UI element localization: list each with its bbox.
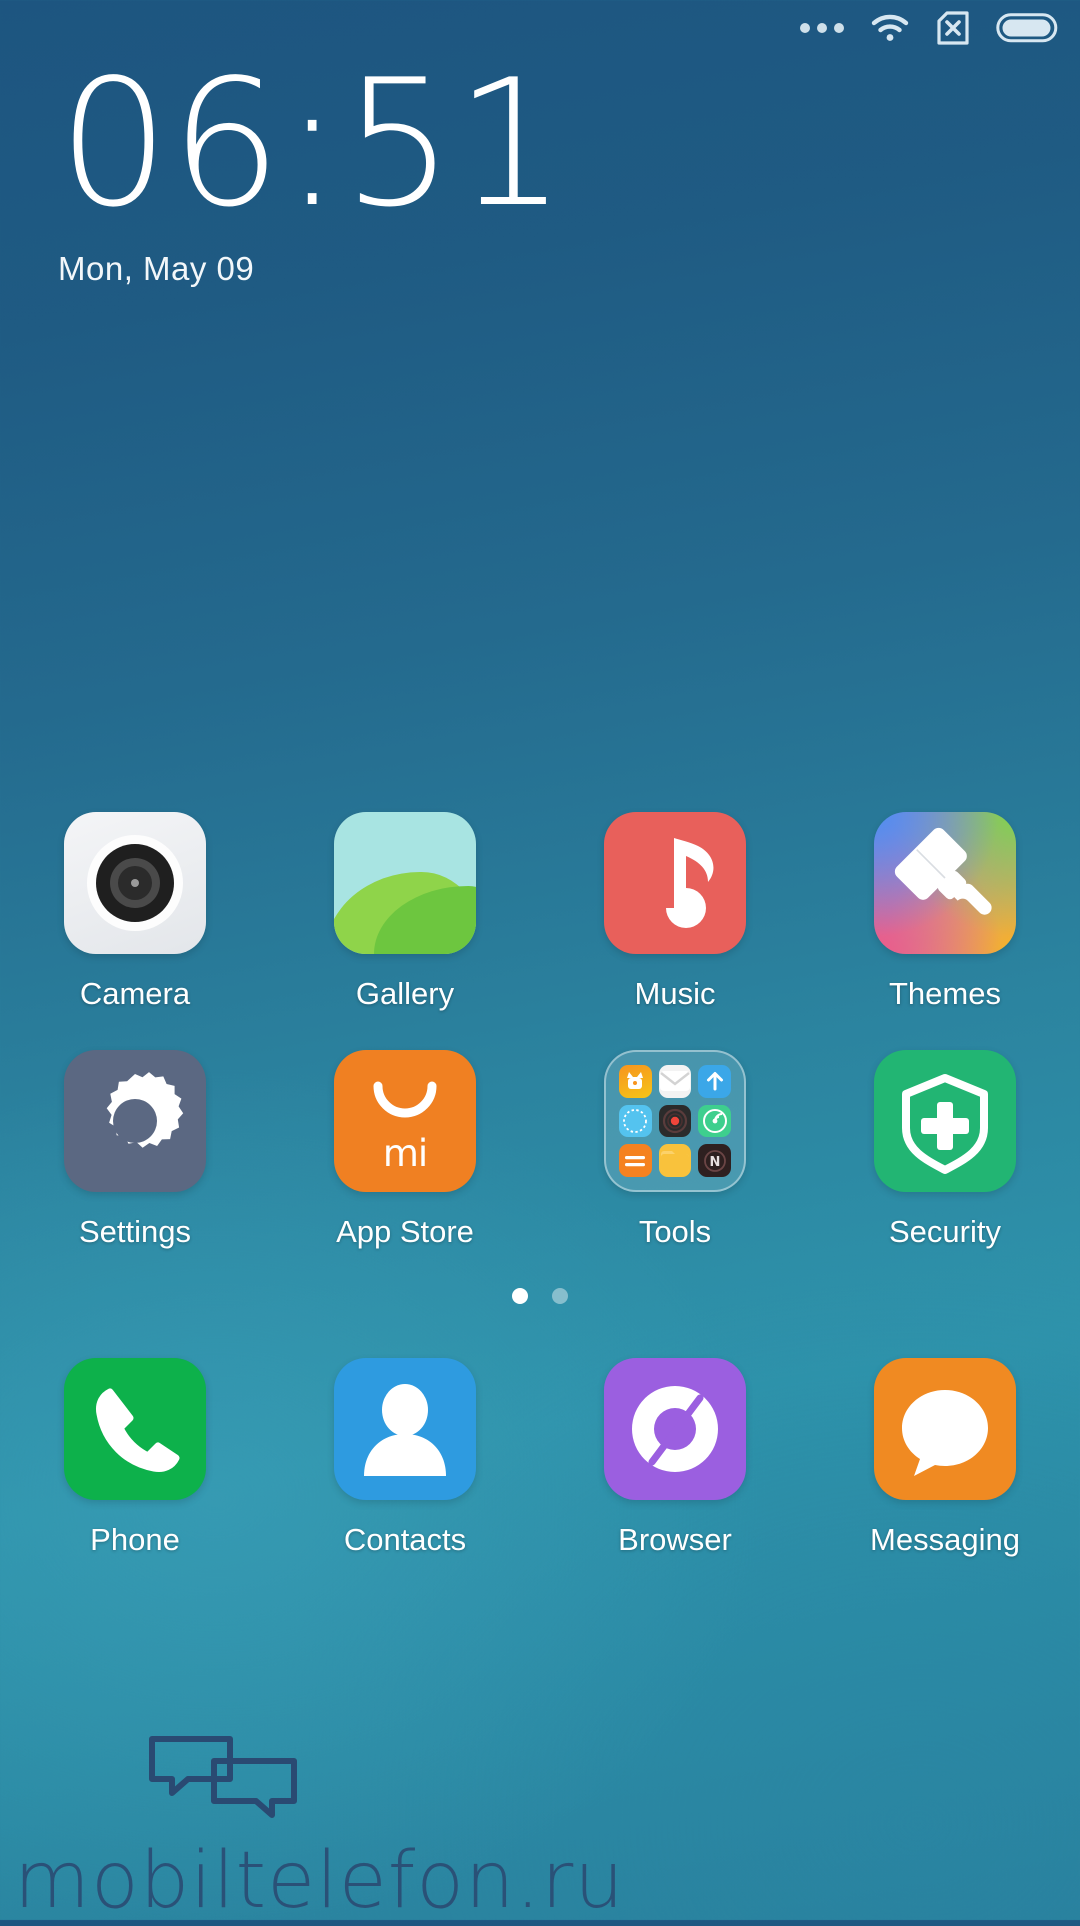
paintbrush-icon	[874, 812, 1016, 954]
app-row-2: Settings mi App Store N Tools Security	[0, 1050, 1080, 1250]
person-icon	[334, 1358, 476, 1500]
app-icon-gallery[interactable]: Gallery	[270, 812, 540, 1012]
app-label: Phone	[90, 1522, 180, 1557]
clock-time: 06:51	[58, 43, 568, 246]
app-label: Browser	[618, 1522, 732, 1557]
app-label: Contacts	[343, 1522, 467, 1557]
app-icon-contacts[interactable]: Contacts	[270, 1358, 540, 1558]
app-icon-security[interactable]: Security	[810, 1050, 1080, 1250]
compass-icon	[619, 1104, 652, 1138]
shield-plus-icon	[874, 1050, 1016, 1192]
notes-icon: N	[698, 1144, 731, 1177]
wifi-icon	[870, 13, 910, 43]
app-label: Tools	[638, 1214, 712, 1249]
mail-icon	[658, 1065, 692, 1098]
mi-store-icon: mi	[334, 1050, 476, 1192]
app-label: Messaging	[870, 1522, 1020, 1557]
app-icon-themes[interactable]: Themes	[810, 812, 1080, 1012]
calculator-icon	[619, 1144, 652, 1177]
app-icon-messaging[interactable]: Messaging	[810, 1358, 1080, 1558]
updater-icon	[698, 1065, 731, 1098]
app-label: Themes	[889, 976, 1001, 1011]
clock-widget[interactable]: 06:51 Mon, May 09	[58, 43, 568, 288]
more-notifications-icon	[800, 23, 844, 33]
no-sim-icon	[936, 10, 970, 46]
app-icon-app-store[interactable]: mi App Store	[270, 1050, 540, 1250]
app-row-1: Camera Gallery Music Themes	[0, 812, 1080, 1012]
recorder-icon	[658, 1104, 692, 1138]
app-label: Security	[889, 1214, 1001, 1249]
gallery-icon	[334, 812, 476, 954]
app-label: App Store	[336, 1214, 474, 1249]
dock-row: Phone Contacts Browser Messaging	[0, 1358, 1080, 1558]
app-icon-phone[interactable]: Phone	[0, 1358, 270, 1558]
scanner-icon	[698, 1104, 731, 1138]
app-icon-music[interactable]: Music	[540, 812, 810, 1012]
gear-icon	[64, 1050, 206, 1192]
music-note-icon	[604, 812, 746, 954]
clock-date: Mon, May 09	[58, 250, 255, 288]
page-dot-inactive[interactable]	[552, 1288, 568, 1304]
camera-icon	[64, 812, 206, 954]
watermark-text: mobiltelefon.ru	[14, 1836, 625, 1926]
watermark-logo-icon	[148, 1733, 298, 1824]
page-dot-active[interactable]	[512, 1288, 528, 1304]
browser-swirl-icon	[604, 1358, 746, 1500]
page-indicator[interactable]	[0, 1288, 1080, 1304]
svg-text:N: N	[709, 1155, 720, 1170]
app-icon-browser[interactable]: Browser	[540, 1358, 810, 1558]
app-label: Settings	[78, 1214, 191, 1249]
app-label: Gallery	[355, 976, 455, 1011]
file-manager-icon	[658, 1144, 692, 1177]
app-folder-tools[interactable]: N Tools	[540, 1050, 810, 1250]
app-icon-settings[interactable]: Settings	[0, 1050, 270, 1250]
message-bubble-icon	[874, 1358, 1016, 1500]
app-icon-camera[interactable]: Camera	[0, 812, 270, 1012]
phone-handset-icon	[64, 1358, 206, 1500]
mi-wordmark: mi	[382, 1132, 428, 1175]
mi-explorer-icon	[619, 1065, 652, 1098]
battery-icon	[996, 13, 1058, 43]
app-label: Camera	[79, 976, 191, 1011]
tools-folder-icon: N	[604, 1050, 746, 1192]
app-label: Music	[634, 976, 716, 1011]
